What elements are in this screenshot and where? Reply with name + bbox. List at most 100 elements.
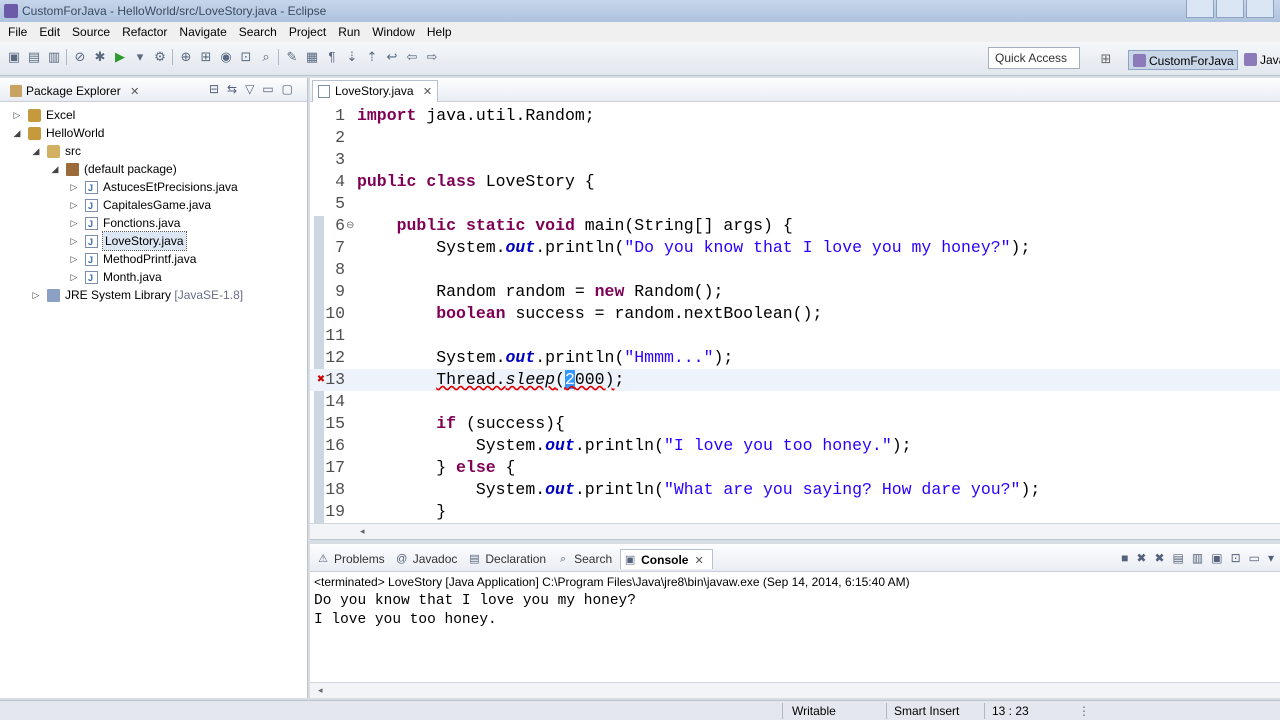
pin-console-icon[interactable]: ⊡ xyxy=(1231,551,1241,565)
tab-declaration[interactable]: ▤ Declaration xyxy=(465,549,554,569)
toggle-mark-occurrences-icon[interactable]: ✎ xyxy=(284,49,300,65)
scroll-left-icon[interactable]: ◂ xyxy=(360,526,365,537)
perspective-customforjava[interactable]: CustomForJava xyxy=(1128,50,1238,70)
back-icon[interactable]: ⇦ xyxy=(404,49,420,65)
new-java-project-icon[interactable]: ⊕ xyxy=(178,49,194,65)
next-annotation-icon[interactable]: ⇣ xyxy=(344,49,360,65)
maximize-button[interactable] xyxy=(1216,0,1244,18)
error-marker-icon[interactable]: ✖ xyxy=(314,373,328,387)
code-line[interactable]: 8 xyxy=(310,259,1280,281)
collapse-all-icon[interactable]: ⊟ xyxy=(209,82,219,96)
close-icon[interactable]: ✕ xyxy=(423,86,432,98)
forward-icon[interactable]: ⇨ xyxy=(424,49,440,65)
skip-breakpoints-icon[interactable]: ⊘ xyxy=(72,49,88,65)
menu-source[interactable]: Source xyxy=(66,22,116,42)
expand-icon[interactable]: ▷ xyxy=(12,106,22,124)
tree-item[interactable]: ▷ LoveStory.java xyxy=(0,231,307,251)
expand-icon[interactable]: ▷ xyxy=(69,196,79,214)
code-area[interactable]: 1 import java.util.Random; 2 3 4 public class… xyxy=(310,102,1280,524)
run-icon[interactable]: ▶ xyxy=(112,49,128,65)
code-line[interactable]: 14 xyxy=(310,391,1280,413)
code-line[interactable]: 4 public class LoveStory { xyxy=(310,171,1280,193)
expand-icon[interactable]: ▷ xyxy=(69,232,79,250)
open-console-icon[interactable]: ▭ xyxy=(1249,551,1260,565)
show-console-on-output-icon[interactable]: ▣ xyxy=(1211,551,1222,565)
new-icon[interactable]: ▣ xyxy=(6,49,22,65)
code-line[interactable]: 10 boolean success = random.nextBoolean(… xyxy=(310,303,1280,325)
menu-window[interactable]: Window xyxy=(366,22,421,42)
menu-navigate[interactable]: Navigate xyxy=(173,22,232,42)
tree-item[interactable]: ◢ HelloWorld xyxy=(0,124,307,142)
tab-javadoc[interactable]: @ Javadoc xyxy=(393,549,466,569)
code-line[interactable]: 19 } xyxy=(310,501,1280,523)
tree-item[interactable]: ▷ Excel xyxy=(0,106,307,124)
external-tools-icon[interactable]: ⚙ xyxy=(152,49,168,65)
close-icon[interactable]: ✕ xyxy=(694,555,703,567)
search-icon[interactable]: ⌕ xyxy=(258,49,274,65)
code-line[interactable]: 11 xyxy=(310,325,1280,347)
code-line[interactable]: 2 xyxy=(310,127,1280,149)
menu-refactor[interactable]: Refactor xyxy=(116,22,173,42)
block-selection-icon[interactable]: ▦ xyxy=(304,49,320,65)
close-icon[interactable]: ✕ xyxy=(130,86,139,98)
package-explorer-tab[interactable]: Package Explorer ✕ xyxy=(6,81,139,101)
maximize-view-icon[interactable]: ▢ xyxy=(282,82,293,96)
code-line[interactable]: 1 import java.util.Random; xyxy=(310,105,1280,127)
last-edit-icon[interactable]: ↩ xyxy=(384,49,400,65)
code-line[interactable]: 16 System.out.println("I love you too ho… xyxy=(310,435,1280,457)
console-horizontal-scrollbar[interactable]: ◂ xyxy=(310,682,1280,698)
status-menu-icon[interactable]: ⋮ xyxy=(1078,701,1090,720)
tree-item[interactable]: ▷ Fonctions.java xyxy=(0,214,307,233)
quick-access-field[interactable]: Quick Access xyxy=(988,47,1080,69)
close-window-button[interactable] xyxy=(1246,0,1274,18)
code-line[interactable]: 7 System.out.println("Do you know that I… xyxy=(310,237,1280,259)
tree-item[interactable]: ▷ AstucesEtPrecisions.java xyxy=(0,178,307,197)
open-type-icon[interactable]: ⊡ xyxy=(238,49,254,65)
expand-icon[interactable]: ▷ xyxy=(31,286,41,304)
editor-tab-lovestory[interactable]: LoveStory.java ✕ xyxy=(312,80,438,102)
tree-item[interactable]: ▷ MethodPrintf.java xyxy=(0,250,307,269)
perspective-java[interactable]: Java xyxy=(1240,50,1280,70)
collapse-icon[interactable]: ◢ xyxy=(31,142,41,160)
tab-problems[interactable]: ⚠ Problems xyxy=(314,549,393,569)
tree-item[interactable]: ◢ src xyxy=(0,142,307,160)
code-line[interactable]: 12 System.out.println("Hmmm..."); xyxy=(310,347,1280,369)
expand-icon[interactable]: ▷ xyxy=(69,178,79,196)
menu-project[interactable]: Project xyxy=(283,22,332,42)
minimize-view-icon[interactable]: ▭ xyxy=(262,82,273,96)
menu-help[interactable]: Help xyxy=(421,22,458,42)
view-menu-icon[interactable]: ▽ xyxy=(245,82,254,96)
print-icon[interactable]: ▥ xyxy=(46,49,62,65)
expand-icon[interactable]: ▷ xyxy=(69,214,79,232)
console-output[interactable]: Do you know that I love you my honey? I l… xyxy=(314,592,636,630)
save-icon[interactable]: ▤ xyxy=(26,49,42,65)
open-perspective-icon[interactable]: ⊞ xyxy=(1098,51,1114,67)
menu-file[interactable]: File xyxy=(2,22,33,42)
scroll-lock-icon[interactable]: ▥ xyxy=(1192,551,1203,565)
code-line[interactable]: 3 xyxy=(310,149,1280,171)
debug-icon[interactable]: ✱ xyxy=(92,49,108,65)
clear-console-icon[interactable]: ▤ xyxy=(1173,551,1184,565)
menu-run[interactable]: Run xyxy=(332,22,366,42)
code-line[interactable]: 9 Random random = new Random(); xyxy=(310,281,1280,303)
link-with-editor-icon[interactable]: ⇆ xyxy=(227,82,237,96)
menu-edit[interactable]: Edit xyxy=(33,22,66,42)
remove-all-terminated-icon[interactable]: ✖ xyxy=(1154,551,1164,565)
expand-icon[interactable]: ▷ xyxy=(69,250,79,268)
tree-item[interactable]: ▷ JRE System Library [JavaSE-1.8] xyxy=(0,286,307,304)
tree-item[interactable]: ◢ (default package) xyxy=(0,160,307,178)
tree-item[interactable]: ▷ CapitalesGame.java xyxy=(0,196,307,215)
scroll-left-icon[interactable]: ◂ xyxy=(318,685,323,696)
terminate-icon[interactable]: ■ xyxy=(1121,551,1128,565)
menu-search[interactable]: Search xyxy=(233,22,283,42)
fold-toggle-icon[interactable]: ⊖ xyxy=(346,215,354,237)
new-class-icon[interactable]: ◉ xyxy=(218,49,234,65)
editor-horizontal-scrollbar[interactable]: ◂ xyxy=(310,523,1280,539)
code-line[interactable]: 15 if (success){ xyxy=(310,413,1280,435)
run-dropdown-icon[interactable]: ▾ xyxy=(132,49,148,65)
tab-console[interactable]: ▣ Console ✕ xyxy=(620,549,713,569)
code-line[interactable]: 5 xyxy=(310,193,1280,215)
code-line[interactable]: 17 } else { xyxy=(310,457,1280,479)
tree-item[interactable]: ▷ Month.java xyxy=(0,268,307,287)
code-line[interactable]: 13 ✖ Thread.sleep(2000); xyxy=(310,369,1280,391)
